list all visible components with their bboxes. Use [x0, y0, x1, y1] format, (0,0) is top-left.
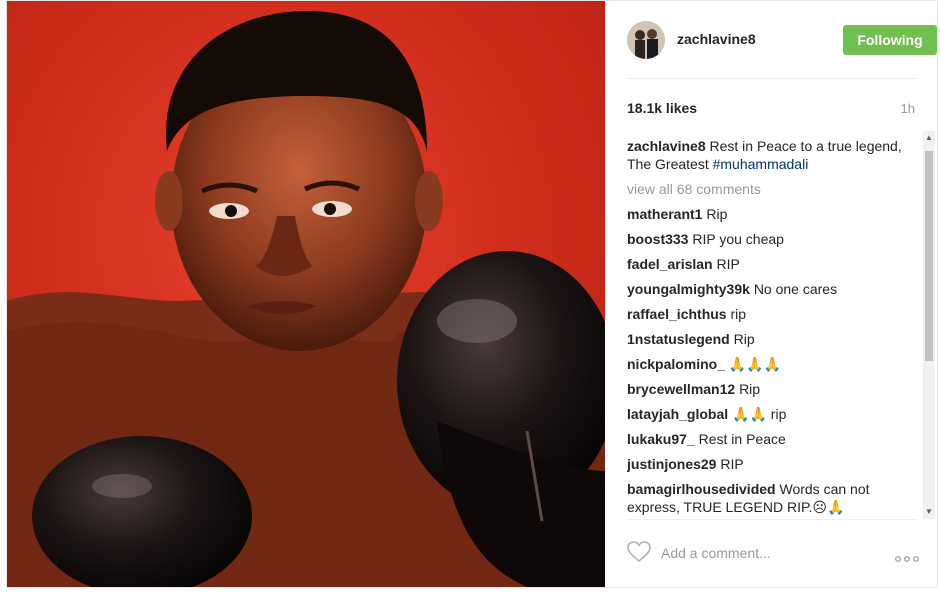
- comment-text: RIP: [716, 256, 740, 272]
- comment-item: youngalmighty39k No one cares: [627, 280, 919, 298]
- comment-username[interactable]: lukaku97_: [627, 431, 695, 447]
- likes-count[interactable]: 18.1k likes: [627, 100, 697, 116]
- comment-username[interactable]: latayjah_global: [627, 406, 728, 422]
- comment-username[interactable]: nickpalomino_: [627, 356, 725, 372]
- comment-item: 1nstatuslegend Rip: [627, 330, 919, 348]
- caption-username[interactable]: zachlavine8: [627, 138, 706, 154]
- post-card: zachlavine8 Following 18.1k likes 1h zac…: [6, 0, 938, 588]
- comment-username[interactable]: brycewellman12: [627, 381, 735, 397]
- comment-username[interactable]: bamagirlhousedivided: [627, 481, 776, 497]
- comment-item: boost333 RIP you cheap: [627, 230, 919, 248]
- comment-text: RIP you cheap: [692, 231, 784, 247]
- divider: [627, 78, 917, 79]
- comments-scrollbar[interactable]: ▲ ▼: [923, 131, 935, 519]
- comment-item: justinjones29 RIP: [627, 455, 919, 473]
- comment-text: No one cares: [753, 281, 838, 297]
- post-header: zachlavine8 Following: [627, 21, 937, 61]
- comment-username[interactable]: fadel_arislan: [627, 256, 713, 272]
- comment-item: fadel_arislan RIP: [627, 255, 919, 273]
- avatar-image: [627, 21, 665, 59]
- comment-text: Rip: [706, 206, 728, 222]
- heart-icon[interactable]: [627, 541, 651, 563]
- comment-item: latayjah_global 🙏🙏 rip: [627, 405, 919, 423]
- divider: [627, 519, 917, 520]
- comment-text: Rest in Peace: [698, 431, 786, 447]
- post-username[interactable]: zachlavine8: [677, 31, 756, 47]
- comment-item: lukaku97_ Rest in Peace: [627, 430, 919, 448]
- comment-item: raffael_ichthus rip: [627, 305, 919, 323]
- comments-list[interactable]: zachlavine8 Rest in Peace to a true lege…: [627, 131, 919, 519]
- post-details-panel: zachlavine8 Following 18.1k likes 1h zac…: [605, 1, 937, 587]
- comment-item: bamagirlhousedivided Words can not expre…: [627, 480, 919, 516]
- post-time[interactable]: 1h: [901, 101, 915, 116]
- avatar[interactable]: [627, 21, 665, 59]
- comment-username[interactable]: raffael_ichthus: [627, 306, 727, 322]
- comment-text: rip: [730, 306, 747, 322]
- comment-username[interactable]: 1nstatuslegend: [627, 331, 730, 347]
- comment-item: brycewellman12 Rip: [627, 380, 919, 398]
- more-options-icon[interactable]: [895, 549, 919, 562]
- add-comment-input[interactable]: [661, 543, 861, 563]
- comment-item: matherant1 Rip: [627, 205, 919, 223]
- comment-username[interactable]: youngalmighty39k: [627, 281, 750, 297]
- comment-text: Rip: [733, 331, 755, 347]
- caption-hashtag[interactable]: #muhammadali: [713, 156, 809, 172]
- scroll-thumb[interactable]: [925, 151, 933, 361]
- comment-username[interactable]: matherant1: [627, 206, 702, 222]
- comment-username[interactable]: boost333: [627, 231, 688, 247]
- comment-text: Rip: [739, 381, 761, 397]
- comment-footer: [627, 539, 919, 567]
- scroll-down-arrow[interactable]: ▼: [923, 505, 935, 519]
- comment-item: nickpalomino_ 🙏🙏🙏: [627, 355, 919, 373]
- view-all-comments-link[interactable]: view all 68 comments: [627, 180, 919, 198]
- comment-username[interactable]: justinjones29: [627, 456, 716, 472]
- scroll-up-arrow[interactable]: ▲: [923, 131, 935, 145]
- boxer-photo-illustration: [7, 11, 605, 587]
- comment-text: 🙏🙏🙏: [728, 356, 782, 372]
- following-button[interactable]: Following: [843, 25, 937, 55]
- comment-text: 🙏🙏 rip: [732, 406, 787, 422]
- post-caption: zachlavine8 Rest in Peace to a true lege…: [627, 137, 919, 173]
- comment-text: RIP: [720, 456, 744, 472]
- post-photo[interactable]: [7, 1, 605, 587]
